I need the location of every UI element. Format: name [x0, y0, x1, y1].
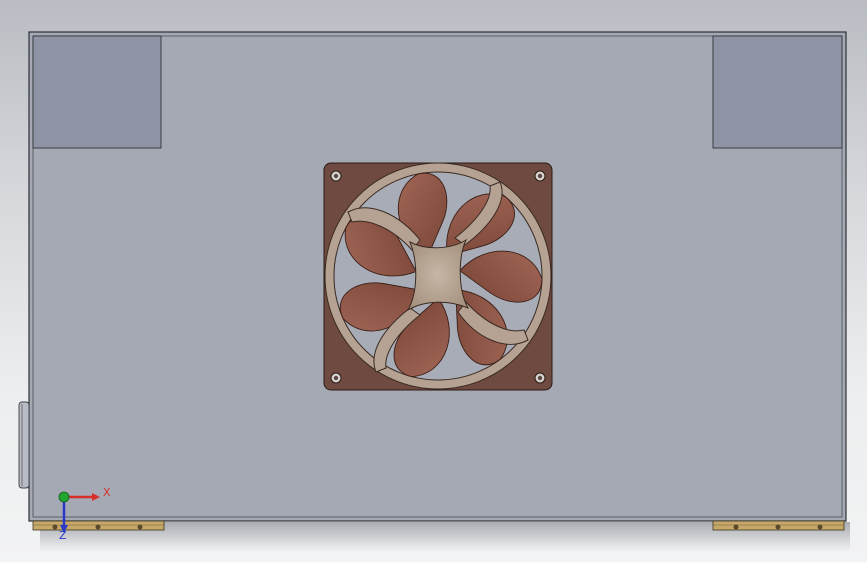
fan-mount-hole-tl-inner: [333, 173, 339, 179]
fan-assembly[interactable]: [323, 162, 553, 391]
cad-model-view[interactable]: [0, 0, 867, 562]
graphics-viewport[interactable]: X Z: [0, 0, 867, 562]
foot-right-screw-1: [733, 524, 739, 530]
foot-right-screw-2: [775, 524, 781, 530]
foot-right-screw-3: [817, 524, 823, 530]
fan-mount-hole-br-inner: [537, 375, 543, 381]
side-connector[interactable]: [18, 401, 30, 489]
fan-hub: [406, 238, 470, 312]
fan-mount-hole-bl-inner: [333, 375, 339, 381]
coordinate-triad[interactable]: X Z: [50, 482, 120, 542]
triad-x-label: X: [103, 486, 111, 499]
corner-block-top-left[interactable]: [32, 35, 162, 149]
corner-block-top-right[interactable]: [712, 35, 843, 149]
foot-left-screw-3: [137, 524, 143, 530]
fan-mount-hole-tr-inner: [537, 173, 543, 179]
triad-z-label: Z: [59, 529, 67, 542]
